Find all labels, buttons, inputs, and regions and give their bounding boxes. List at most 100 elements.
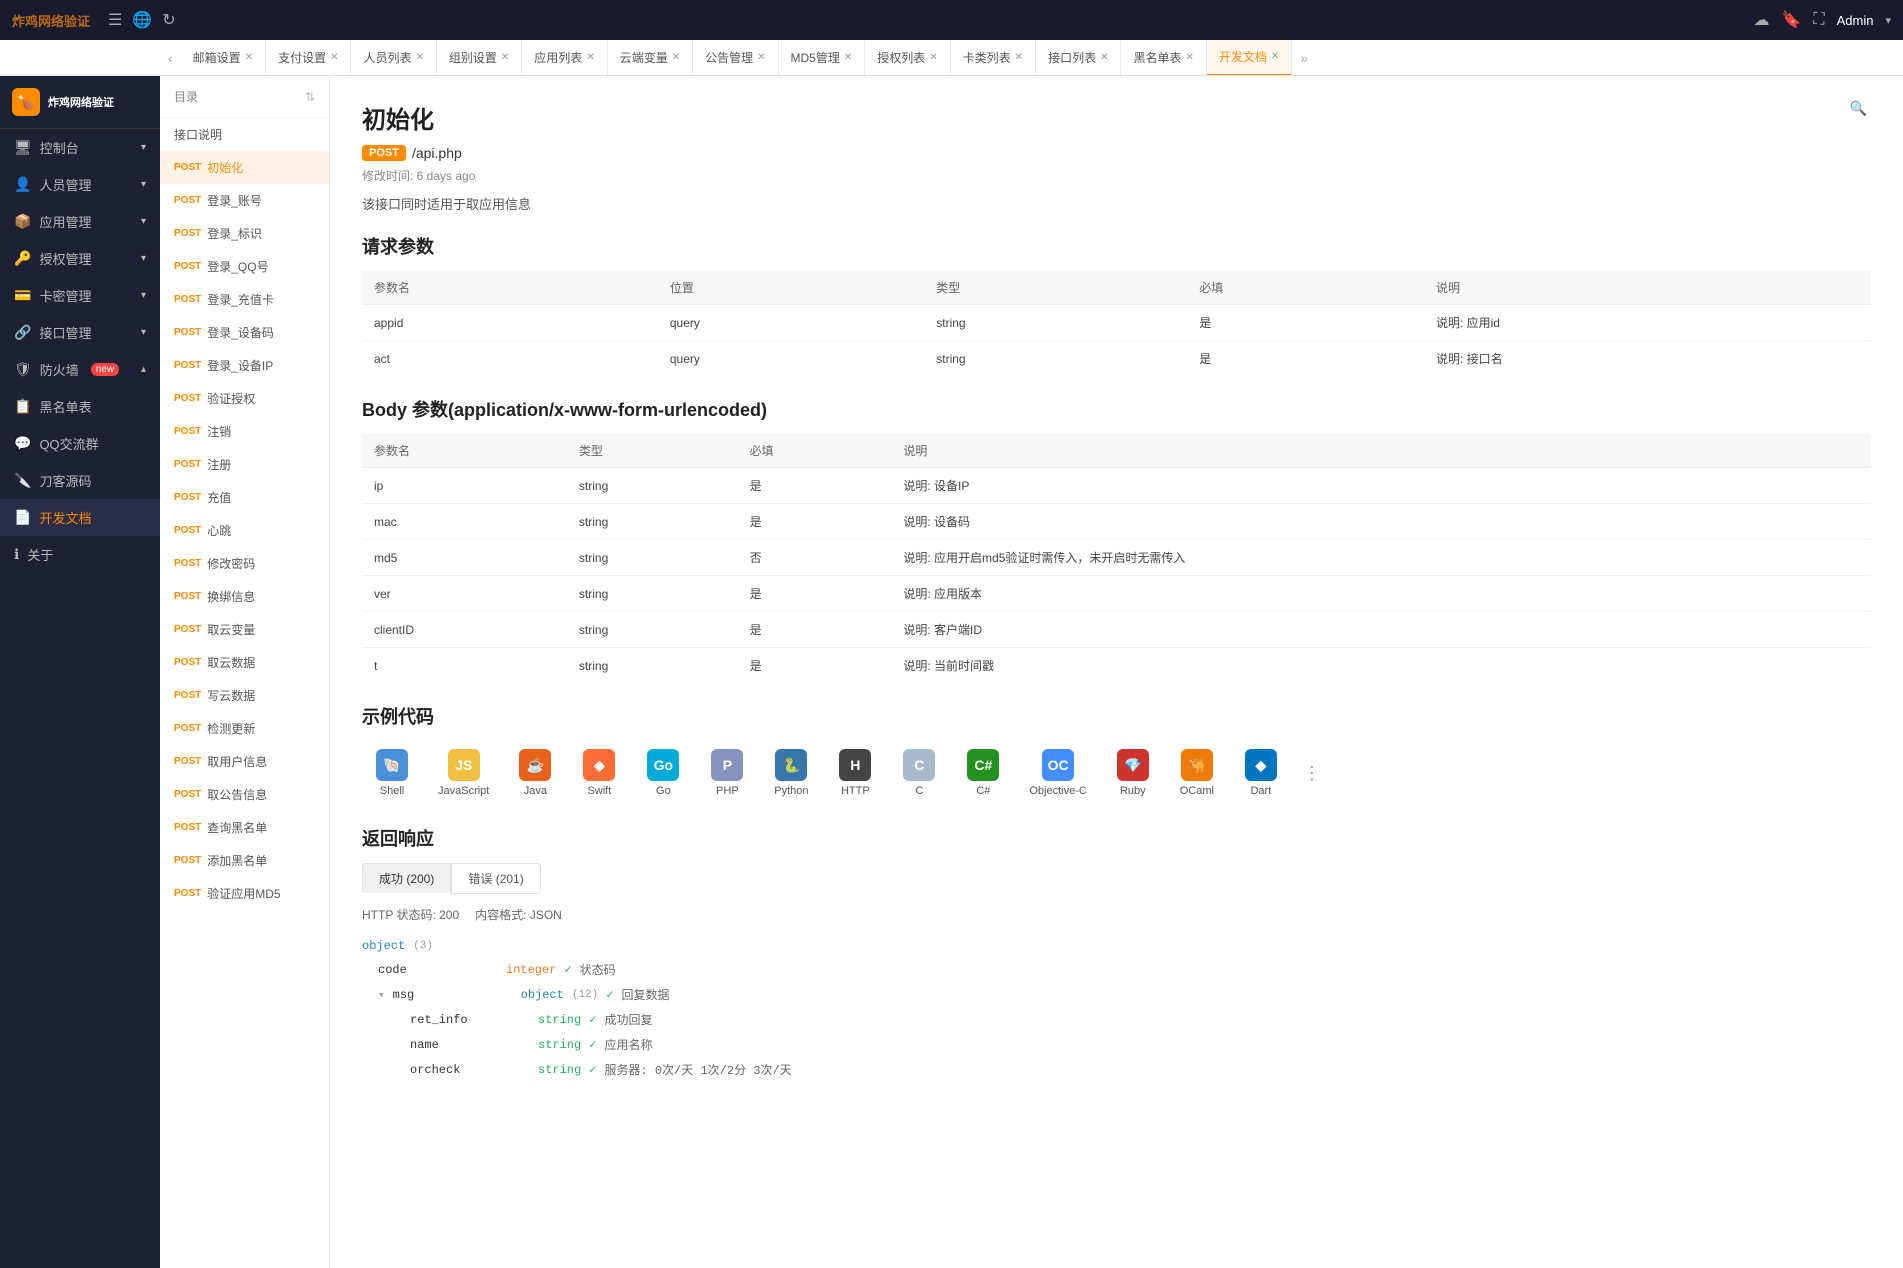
- tab-邮箱设置[interactable]: 邮箱设置✕: [181, 40, 266, 76]
- left-nav-item-注销[interactable]: POST注销: [160, 415, 329, 448]
- menu-icon[interactable]: ☰: [108, 10, 122, 30]
- left-nav-item-查询黑名单[interactable]: POST查询黑名单: [160, 811, 329, 844]
- http-status: HTTP 状态码: 200: [362, 906, 459, 923]
- sidebar-item-关于[interactable]: ℹ关于: [0, 536, 160, 573]
- table-row: md5string否说明: 应用开启md5验证时需传入，未开启时无需传入: [362, 540, 1871, 576]
- lang-item-go[interactable]: Go Go: [633, 741, 693, 805]
- sidebar-logo-text: 炸鸡网络验证: [48, 94, 114, 110]
- left-nav-item-修改密码[interactable]: POST修改密码: [160, 547, 329, 580]
- code-examples-title: 示例代码: [362, 703, 1871, 729]
- sidebar-logo-icon: 🍗: [12, 88, 40, 116]
- field-orcheck: orcheck string ✓ 服务器: 0次/天 1次/2分 3次/天: [410, 1057, 1871, 1082]
- left-nav-item-换绑信息[interactable]: POST换绑信息: [160, 580, 329, 613]
- bookmark-icon[interactable]: 🔖: [1781, 10, 1801, 30]
- table-row: clientIDstring是说明: 客户端ID: [362, 612, 1871, 648]
- lang-icon-dart: ◆: [1245, 749, 1277, 781]
- sidebar-item-接口管理[interactable]: 🔗接口管理▾: [0, 314, 160, 351]
- admin-label[interactable]: Admin: [1837, 13, 1874, 28]
- lang-icon-http: H: [839, 749, 871, 781]
- lang-item-php[interactable]: P PHP: [697, 741, 757, 805]
- sidebar-item-控制台[interactable]: 🖥控制台▾: [0, 129, 160, 166]
- expand-icon[interactable]: ⛶: [1813, 11, 1824, 29]
- left-nav-item-登录_QQ号[interactable]: POST登录_QQ号: [160, 250, 329, 283]
- sidebar-logo: 🍗 炸鸡网络验证: [0, 76, 160, 129]
- lang-icon-swift: ◈: [583, 749, 615, 781]
- lang-item-objectivec[interactable]: OC Objective-C: [1017, 741, 1098, 805]
- tab-应用列表[interactable]: 应用列表✕: [522, 40, 607, 76]
- lang-icon-objective-c: OC: [1042, 749, 1074, 781]
- left-nav-item-检测更新[interactable]: POST检测更新: [160, 712, 329, 745]
- left-nav-item-充值[interactable]: POST充值: [160, 481, 329, 514]
- left-nav-item-初始化[interactable]: POST初始化: [160, 151, 329, 184]
- response-tab-成功 (200)[interactable]: 成功 (200): [362, 863, 451, 894]
- sidebar-item-刀客源码[interactable]: 🔪刀客源码: [0, 462, 160, 499]
- lang-item-dart[interactable]: ◆ Dart: [1231, 741, 1291, 805]
- left-nav-item-取云数据[interactable]: POST取云数据: [160, 646, 329, 679]
- lang-item-swift[interactable]: ◈ Swift: [569, 741, 629, 805]
- tab-人员列表[interactable]: 人员列表✕: [351, 40, 436, 76]
- sidebar-item-卡密管理[interactable]: 💳卡密管理▾: [0, 277, 160, 314]
- tab-支付设置[interactable]: 支付设置✕: [266, 40, 351, 76]
- tab-接口列表[interactable]: 接口列表✕: [1036, 40, 1121, 76]
- left-nav-item-写云数据[interactable]: POST写云数据: [160, 679, 329, 712]
- lang-item-c[interactable]: C C: [889, 741, 949, 805]
- left-nav-item-登录_设备码[interactable]: POST登录_设备码: [160, 316, 329, 349]
- admin-arrow[interactable]: ▾: [1885, 14, 1891, 27]
- left-nav-item-验证授权[interactable]: POST验证授权: [160, 382, 329, 415]
- sidebar-item-应用管理[interactable]: 📦应用管理▾: [0, 203, 160, 240]
- globe-icon[interactable]: 🌐: [132, 10, 152, 30]
- response-tab-错误 (201)[interactable]: 错误 (201): [451, 863, 540, 894]
- lang-icon-ocaml: 🐫: [1181, 749, 1213, 781]
- lang-icon-javascript: JS: [448, 749, 480, 781]
- lang-item-ocaml[interactable]: 🐫 OCaml: [1167, 741, 1227, 805]
- lang-item-javascript[interactable]: JS JavaScript: [426, 741, 501, 805]
- left-nav-item-添加黑名单[interactable]: POST添加黑名单: [160, 844, 329, 877]
- sidebar-item-防火墙[interactable]: 🛡防火墙new▴: [0, 351, 160, 388]
- lang-item-ruby[interactable]: 💎 Ruby: [1103, 741, 1163, 805]
- tab-MD5管理[interactable]: MD5管理✕: [779, 40, 866, 76]
- field-code: code integer ✓ 状态码: [378, 957, 1871, 982]
- sidebar-item-人员管理[interactable]: 👤人员管理▾: [0, 166, 160, 203]
- left-nav-item-取云变量[interactable]: POST取云变量: [160, 613, 329, 646]
- refresh-icon[interactable]: ↻: [162, 10, 175, 30]
- tab-公告管理[interactable]: 公告管理✕: [693, 40, 778, 76]
- tab-黑名单表[interactable]: 黑名单表✕: [1121, 40, 1206, 76]
- lang-item-c[interactable]: C# C#: [953, 741, 1013, 805]
- lang-icon-c#: C#: [967, 749, 999, 781]
- left-nav-sort-icon[interactable]: ⇅: [305, 90, 315, 104]
- left-nav-item-登录_标识[interactable]: POST登录_标识: [160, 217, 329, 250]
- tab-组别设置[interactable]: 组别设置✕: [437, 40, 522, 76]
- code-langs: 🐚 Shell JS JavaScript ☕ Java ◈ Swift Go …: [362, 741, 1871, 805]
- left-nav-item-接口说明[interactable]: 接口说明: [160, 118, 329, 151]
- left-nav-item-心跳[interactable]: POST心跳: [160, 514, 329, 547]
- lang-item-http[interactable]: H HTTP: [825, 741, 885, 805]
- lang-item-python[interactable]: 🐍 Python: [761, 741, 821, 805]
- left-nav-item-验证应用MD5[interactable]: POST验证应用MD5: [160, 877, 329, 910]
- left-nav-item-登录_设备IP[interactable]: POST登录_设备IP: [160, 349, 329, 382]
- search-button[interactable]: 🔍: [1846, 96, 1871, 121]
- left-nav-header: 目录 ⇅: [160, 76, 329, 118]
- tab-授权列表[interactable]: 授权列表✕: [865, 40, 950, 76]
- response-tabs: 成功 (200)错误 (201): [362, 863, 1871, 894]
- sidebar-item-黑名单表[interactable]: 📋黑名单表: [0, 388, 160, 425]
- tab-开发文档[interactable]: 开发文档✕: [1207, 40, 1292, 76]
- cloud-icon[interactable]: ☁: [1753, 10, 1769, 30]
- tab-more-button[interactable]: »: [1292, 50, 1316, 66]
- sidebar-item-开发文档[interactable]: 📄开发文档: [0, 499, 160, 536]
- lang-item-java[interactable]: ☕ Java: [505, 741, 565, 805]
- api-desc: 该接口同时适用于取应用信息: [362, 194, 1871, 213]
- left-nav-item-登录_账号[interactable]: POST登录_账号: [160, 184, 329, 217]
- more-langs-button[interactable]: ⋮: [1295, 755, 1329, 792]
- sidebar-item-QQ交流群[interactable]: 💬QQ交流群: [0, 425, 160, 462]
- left-nav-item-取用户信息[interactable]: POST取用户信息: [160, 745, 329, 778]
- lang-item-shell[interactable]: 🐚 Shell: [362, 741, 422, 805]
- left-nav-item-取公告信息[interactable]: POST取公告信息: [160, 778, 329, 811]
- tab-卡类列表[interactable]: 卡类列表✕: [951, 40, 1036, 76]
- tab-back-arrow[interactable]: ‹: [160, 50, 181, 66]
- left-nav-item-登录_充值卡[interactable]: POST登录_充值卡: [160, 283, 329, 316]
- table-row: tstring是说明: 当前时间戳: [362, 648, 1871, 684]
- left-nav-item-注册[interactable]: POST注册: [160, 448, 329, 481]
- left-nav: 目录 ⇅ 接口说明POST初始化POST登录_账号POST登录_标识POST登录…: [160, 76, 330, 1268]
- tab-云端变量[interactable]: 云端变量✕: [608, 40, 693, 76]
- sidebar-item-授权管理[interactable]: 🔑授权管理▾: [0, 240, 160, 277]
